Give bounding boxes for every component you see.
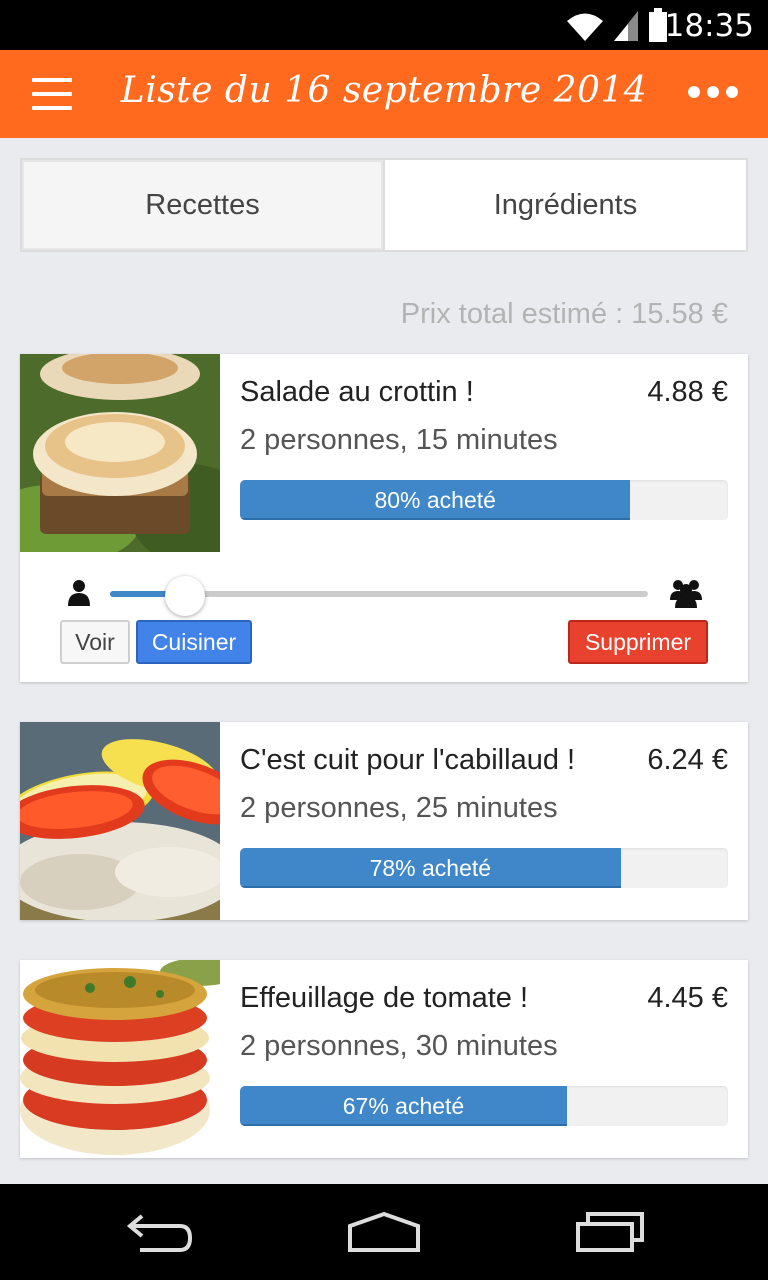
tab-recettes[interactable]: Recettes <box>22 160 385 250</box>
group-icon <box>670 580 702 608</box>
navigation-bar <box>0 1184 768 1280</box>
recipe-card[interactable]: C'est cuit pour l'cabillaud ! 6.24 € 2 p… <box>20 722 748 920</box>
recipe-card[interactable]: Salade au crottin ! 4.88 € 2 personnes, … <box>20 354 748 682</box>
status-bar: 18:35 <box>0 0 768 50</box>
recipe-card[interactable]: Effeuillage de tomate ! 4.45 € 2 personn… <box>20 960 748 1158</box>
purchase-progress-bar: 67% acheté <box>240 1086 728 1126</box>
recipe-price: 4.88 € <box>647 376 728 408</box>
purchase-progress-bar: 78% acheté <box>240 848 728 888</box>
progress-label: 80% acheté <box>374 486 496 513</box>
progress-label: 78% acheté <box>369 854 492 881</box>
supprimer-button[interactable]: Supprimer <box>568 620 708 664</box>
back-icon[interactable] <box>126 1212 194 1254</box>
wifi-icon <box>567 13 603 41</box>
tab-ingredients[interactable]: Ingrédients <box>385 160 746 250</box>
progress-label: 67% acheté <box>342 1092 465 1119</box>
recipe-meta: 2 personnes, 25 minutes <box>240 792 558 824</box>
status-icons <box>566 8 668 42</box>
tab-bar: Recettes Ingrédients <box>20 158 748 252</box>
recipe-image <box>20 960 220 1158</box>
app-bar: Liste du 16 septembre 2014 <box>0 50 768 138</box>
recipe-price: 4.45 € <box>647 982 728 1014</box>
slider-knob[interactable] <box>165 576 206 616</box>
more-icon[interactable] <box>688 86 738 98</box>
recipe-meta: 2 personnes, 15 minutes <box>240 424 558 456</box>
recipe-image <box>20 354 220 552</box>
app-title: Liste du 16 septembre 2014 <box>120 70 648 111</box>
menu-icon[interactable] <box>32 78 72 110</box>
servings-slider[interactable] <box>110 576 648 616</box>
home-icon[interactable] <box>346 1212 422 1254</box>
recipe-image <box>20 722 220 920</box>
servings-slider-row <box>20 564 748 620</box>
recents-icon[interactable] <box>574 1212 646 1254</box>
recipe-title: Effeuillage de tomate ! <box>240 982 529 1014</box>
recipe-title: C'est cuit pour l'cabillaud ! <box>240 744 576 776</box>
recipe-meta: 2 personnes, 30 minutes <box>240 1030 558 1062</box>
recipe-title: Salade au crottin ! <box>240 376 474 408</box>
signal-icon <box>614 11 638 41</box>
total-price: Prix total estimé : 15.58 € <box>400 298 728 330</box>
person-icon <box>68 580 90 606</box>
cuisiner-button[interactable]: Cuisiner <box>136 620 252 664</box>
voir-button[interactable]: Voir <box>60 620 130 664</box>
purchase-progress-bar: 80% acheté <box>240 480 728 520</box>
recipe-price: 6.24 € <box>647 744 728 776</box>
status-time: 18:35 <box>664 8 754 44</box>
